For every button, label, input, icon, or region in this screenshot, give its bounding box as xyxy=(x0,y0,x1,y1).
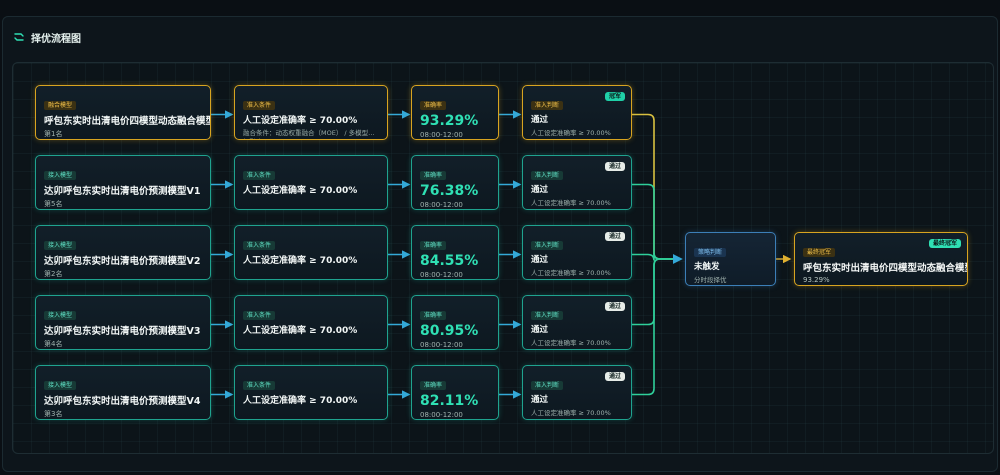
condition-node[interactable]: 准入条件 人工设定准确率 ≥ 70.00% xyxy=(234,155,388,210)
model-rank: 第1名 xyxy=(44,130,63,138)
accuracy-tag: 准确率 xyxy=(420,381,447,390)
condition-node[interactable]: 准入条件 人工设定准确率 ≥ 70.00% xyxy=(234,295,388,350)
accuracy-tag: 准确率 xyxy=(420,241,447,250)
accuracy-value: 93.29% xyxy=(420,113,479,129)
judge-criteria: 人工设定准确率 ≥ 70.00% xyxy=(531,269,611,277)
condition-main: 人工设定准确率 ≥ 70.00% xyxy=(243,116,358,126)
strategy-node[interactable]: 策略判断 未触发 分时段择优 xyxy=(685,232,776,286)
model-name: 达卯呼包东实时出清电价预测模型V3 xyxy=(44,326,201,337)
judge-badge: 冠军 xyxy=(604,92,625,101)
final-accuracy: 93.29% xyxy=(803,276,830,284)
strategy-result: 未触发 xyxy=(694,262,720,272)
judge-tag: 准入判断 xyxy=(531,311,564,320)
model-tag: 融合模型 xyxy=(44,101,77,110)
condition-tag: 准入条件 xyxy=(243,311,276,320)
judge-tag: 准入判断 xyxy=(531,171,564,180)
model-node[interactable]: 接入模型 达卯呼包东实时出清电价预测模型V3 第4名 xyxy=(35,295,211,350)
panel-title: 择优流程图 xyxy=(31,33,81,45)
condition-node[interactable]: 准入条件 人工设定准确率 ≥ 70.00% xyxy=(234,225,388,280)
condition-sub: 融合条件：动态权重融合（MOE） / 多模型…权融合 xyxy=(243,129,375,139)
accuracy-node[interactable]: 准确率 80.95% 08:00-12:00 xyxy=(411,295,499,350)
strategy-desc: 分时段择优 xyxy=(694,276,727,284)
condition-main: 人工设定准确率 ≥ 70.00% xyxy=(243,396,358,406)
accuracy-node[interactable]: 准确率 93.29% 08:00-12:00 xyxy=(411,85,499,140)
condition-tag: 准入条件 xyxy=(243,171,276,180)
condition-tag: 准入条件 xyxy=(243,241,276,250)
accuracy-value: 84.55% xyxy=(420,253,479,269)
model-tag: 接入模型 xyxy=(44,311,77,320)
accuracy-time: 08:00-12:00 xyxy=(420,201,463,209)
model-name: 达卯呼包东实时出清电价预测模型V4 xyxy=(44,396,201,407)
judge-node[interactable]: 准入判断 通过 通过 人工设定准确率 ≥ 70.00% xyxy=(522,225,632,280)
judge-tag: 准入判断 xyxy=(531,101,564,110)
accuracy-value: 80.95% xyxy=(420,323,479,339)
model-node[interactable]: 接入模型 达卯呼包东实时出清电价预测模型V2 第2名 xyxy=(35,225,211,280)
condition-tag: 准入条件 xyxy=(243,381,276,390)
model-name: 呼包东实时出清电价四模型动态融合模型 xyxy=(44,116,211,127)
judge-badge: 通过 xyxy=(604,372,625,381)
condition-node[interactable]: 准入条件 人工设定准确率 ≥ 70.00% 融合条件：动态权重融合（MOE） /… xyxy=(234,85,388,140)
judge-criteria: 人工设定准确率 ≥ 70.00% xyxy=(531,409,611,417)
accuracy-tag: 准确率 xyxy=(420,101,447,110)
condition-main: 人工设定准确率 ≥ 70.00% xyxy=(243,256,358,266)
judge-result: 通过 xyxy=(531,325,549,335)
model-tag: 接入模型 xyxy=(44,241,77,250)
model-rank: 第4名 xyxy=(44,340,63,348)
final-model-name: 呼包东实时出清电价四模型动态融合模型 xyxy=(803,263,968,274)
final-tag: 最终冠军 xyxy=(803,248,836,257)
judge-badge: 通过 xyxy=(604,302,625,311)
accuracy-time: 08:00-12:00 xyxy=(420,131,463,139)
accuracy-node[interactable]: 准确率 76.38% 08:00-12:00 xyxy=(411,155,499,210)
accuracy-node[interactable]: 准确率 82.11% 08:00-12:00 xyxy=(411,365,499,420)
judge-criteria: 人工设定准确率 ≥ 70.00% xyxy=(531,339,611,347)
model-node[interactable]: 接入模型 达卯呼包东实时出清电价预测模型V1 第5名 xyxy=(35,155,211,210)
model-tag: 接入模型 xyxy=(44,171,77,180)
condition-tag: 准入条件 xyxy=(243,101,276,110)
accuracy-value: 76.38% xyxy=(420,183,479,199)
judge-tag: 准入判断 xyxy=(531,241,564,250)
accuracy-time: 08:00-12:00 xyxy=(420,341,463,349)
strategy-tag: 策略判断 xyxy=(694,248,727,257)
condition-main: 人工设定准确率 ≥ 70.00% xyxy=(243,186,358,196)
model-node[interactable]: 融合模型 呼包东实时出清电价四模型动态融合模型 第1名 xyxy=(35,85,211,140)
accuracy-time: 08:00-12:00 xyxy=(420,271,463,279)
judge-criteria: 人工设定准确率 ≥ 70.00% xyxy=(531,129,611,137)
judge-node[interactable]: 准入判断 通过 通过 人工设定准确率 ≥ 70.00% xyxy=(522,295,632,350)
model-rank: 第5名 xyxy=(44,200,63,208)
panel-header: 择优流程图 xyxy=(3,17,997,57)
condition-main: 人工设定准确率 ≥ 70.00% xyxy=(243,326,358,336)
judge-tag: 准入判断 xyxy=(531,381,564,390)
model-name: 达卯呼包东实时出清电价预测模型V1 xyxy=(44,186,201,197)
accuracy-time: 08:00-12:00 xyxy=(420,411,463,419)
model-node[interactable]: 接入模型 达卯呼包东实时出清电价预测模型V4 第3名 xyxy=(35,365,211,420)
accuracy-tag: 准确率 xyxy=(420,311,447,320)
accuracy-node[interactable]: 准确率 84.55% 08:00-12:00 xyxy=(411,225,499,280)
model-name: 达卯呼包东实时出清电价预测模型V2 xyxy=(44,256,201,267)
condition-node[interactable]: 准入条件 人工设定准确率 ≥ 70.00% xyxy=(234,365,388,420)
final-champion-node[interactable]: 最终冠军 最终冠军 呼包东实时出清电价四模型动态融合模型 93.29% xyxy=(794,232,968,286)
judge-node[interactable]: 准入判断 通过 通过 人工设定准确率 ≥ 70.00% xyxy=(522,365,632,420)
judge-result: 通过 xyxy=(531,185,549,195)
final-badge: 最终冠军 xyxy=(928,239,961,248)
judge-node[interactable]: 准入判断 通过 通过 人工设定准确率 ≥ 70.00% xyxy=(522,155,632,210)
model-rank: 第3名 xyxy=(44,410,63,418)
judge-criteria: 人工设定准确率 ≥ 70.00% xyxy=(531,199,611,207)
judge-result: 通过 xyxy=(531,395,549,405)
judge-result: 通过 xyxy=(531,255,549,265)
model-tag: 接入模型 xyxy=(44,381,77,390)
accuracy-tag: 准确率 xyxy=(420,171,447,180)
judge-node[interactable]: 准入判断 冠军 通过 人工设定准确率 ≥ 70.00% xyxy=(522,85,632,140)
accuracy-value: 82.11% xyxy=(420,393,479,409)
model-rank: 第2名 xyxy=(44,270,63,278)
judge-result: 通过 xyxy=(531,115,549,125)
judge-badge: 通过 xyxy=(604,162,625,171)
judge-badge: 通过 xyxy=(604,232,625,241)
flow-icon xyxy=(14,33,24,41)
